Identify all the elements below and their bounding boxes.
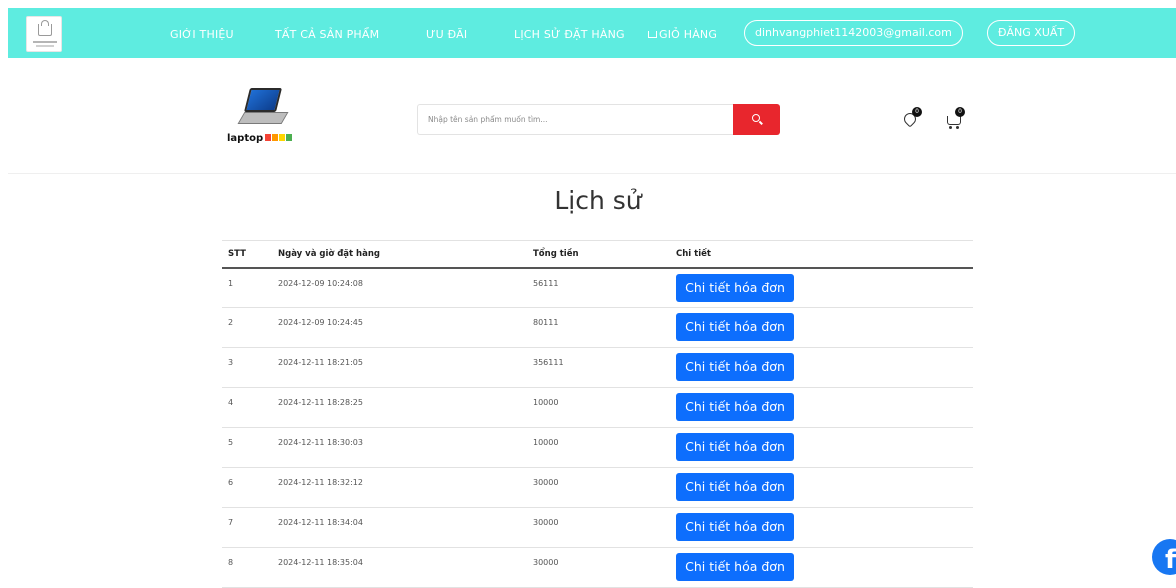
table-header-row: STT Ngày và giờ đặt hàng Tổng tiền Chi t… [222,240,973,269]
cell-order-date: 2024-12-11 18:28:25 [278,387,533,428]
page-title: Lịch sử [554,186,642,215]
cell-total: 30000 [533,547,676,588]
table-row: 7 2024-12-11 18:34:04 30000 Chi tiết hóa… [222,507,973,548]
order-history-table: STT Ngày và giờ đặt hàng Tổng tiền Chi t… [222,240,973,588]
nav-cart-label: GIỎ HÀNG [659,28,718,41]
laptop-base-icon [237,112,289,124]
invoice-detail-button[interactable]: Chi tiết hóa đơn [676,273,794,302]
cell-stt: 3 [222,347,278,388]
header-divider [8,173,1176,174]
top-navbar: GIỚI THIỆU TẤT CẢ SẢN PHẨM ƯU ĐÃI LỊCH S… [8,8,1176,58]
invoice-detail-button[interactable]: Chi tiết hóa đơn [676,353,794,381]
cell-order-date: 2024-12-11 18:34:04 [278,507,533,548]
table-row: 6 2024-12-11 18:32:12 30000 Chi tiết hóa… [222,467,973,508]
cart-icon [947,116,961,125]
logo-text: laptop [227,133,264,144]
table-row: 5 2024-12-11 18:30:03 10000 Chi tiết hóa… [222,427,973,468]
nav-link-deals[interactable]: ƯU ĐÃI [426,28,467,41]
table-row: 1 2024-12-09 10:24:08 56111 Chi tiết hóa… [222,267,973,308]
search-button[interactable] [733,104,780,135]
cell-order-date: 2024-12-09 10:24:08 [278,267,533,308]
header-total: Tổng tiền [533,240,676,269]
cell-stt: 1 [222,267,278,308]
cell-detail: Chi tiết hóa đơn [676,387,973,428]
cell-total: 10000 [533,427,676,468]
brand-caption-line [33,41,57,43]
cart-icon [648,31,657,38]
cell-total: 30000 [533,507,676,548]
table-row: 3 2024-12-11 18:21:05 356111 Chi tiết hó… [222,347,973,388]
cell-detail: Chi tiết hóa đơn [676,467,973,508]
nav-link-all-products[interactable]: TẤT CẢ SẢN PHẨM [275,28,379,41]
site-logo[interactable]: laptop [227,86,305,150]
cell-stt: 8 [222,547,278,588]
cell-order-date: 2024-12-11 18:32:12 [278,467,533,508]
cell-detail: Chi tiết hóa đơn [676,267,973,308]
cart-count-badge: 0 [955,107,965,117]
cart-wheel [949,126,952,129]
invoice-detail-button[interactable]: Chi tiết hóa đơn [676,433,794,461]
cell-total: 80111 [533,307,676,348]
cart-wheel [956,126,959,129]
table-row: 2 2024-12-09 10:24:45 80111 Chi tiết hóa… [222,307,973,348]
cell-order-date: 2024-12-09 10:24:45 [278,307,533,348]
cell-order-date: 2024-12-11 18:30:03 [278,427,533,468]
logout-button[interactable]: ĐĂNG XUẤT [987,20,1076,46]
cell-detail: Chi tiết hóa đơn [676,507,973,548]
bag-icon [38,24,52,36]
cell-detail: Chi tiết hóa đơn [676,427,973,468]
cell-detail: Chi tiết hóa đơn [676,547,973,588]
cell-order-date: 2024-12-11 18:35:04 [278,547,533,588]
header-cart-button[interactable]: 0 [945,107,967,130]
header-order-date: Ngày và giờ đặt hàng [278,240,533,269]
search-icon [752,114,760,122]
invoice-detail-button[interactable]: Chi tiết hóa đơn [676,313,794,341]
cell-stt: 5 [222,427,278,468]
cell-stt: 7 [222,507,278,548]
user-email-button[interactable]: dinhvangphiet1142003@gmail.com [744,20,963,46]
facebook-icon[interactable]: f [1152,539,1176,575]
laptop-screen-icon [244,88,282,112]
logo-color-dots [265,133,293,144]
cell-order-date: 2024-12-11 18:21:05 [278,347,533,388]
cell-stt: 4 [222,387,278,428]
invoice-detail-button[interactable]: Chi tiết hóa đơn [676,513,794,541]
search-input[interactable] [417,104,733,135]
invoice-detail-button[interactable]: Chi tiết hóa đơn [676,473,794,501]
brand-logo-icon[interactable] [26,16,62,52]
cell-total: 356111 [533,347,676,388]
nav-link-about[interactable]: GIỚI THIỆU [170,28,234,41]
nav-link-order-history[interactable]: LỊCH SỬ ĐẶT HÀNG [514,28,625,41]
cell-stt: 6 [222,467,278,508]
brand-caption-line-2 [36,45,54,47]
logo-wordmark: laptop [227,133,293,144]
wishlist-button[interactable]: 0 [901,107,924,130]
search-bar [417,104,780,135]
table-row: 8 2024-12-11 18:35:04 30000 Chi tiết hóa… [222,547,973,588]
wishlist-count-badge: 0 [912,107,922,117]
cell-total: 56111 [533,267,676,308]
header-stt: STT [222,240,278,269]
header-detail: Chi tiết [676,240,973,269]
cell-total: 10000 [533,387,676,428]
invoice-detail-button[interactable]: Chi tiết hóa đơn [676,393,794,421]
invoice-detail-button[interactable]: Chi tiết hóa đơn [676,553,794,581]
nav-link-cart[interactable]: GIỎ HÀNG [648,28,717,41]
cell-total: 30000 [533,467,676,508]
cell-detail: Chi tiết hóa đơn [676,347,973,388]
table-row: 4 2024-12-11 18:28:25 10000 Chi tiết hóa… [222,387,973,428]
cell-stt: 2 [222,307,278,348]
cell-detail: Chi tiết hóa đơn [676,307,973,348]
